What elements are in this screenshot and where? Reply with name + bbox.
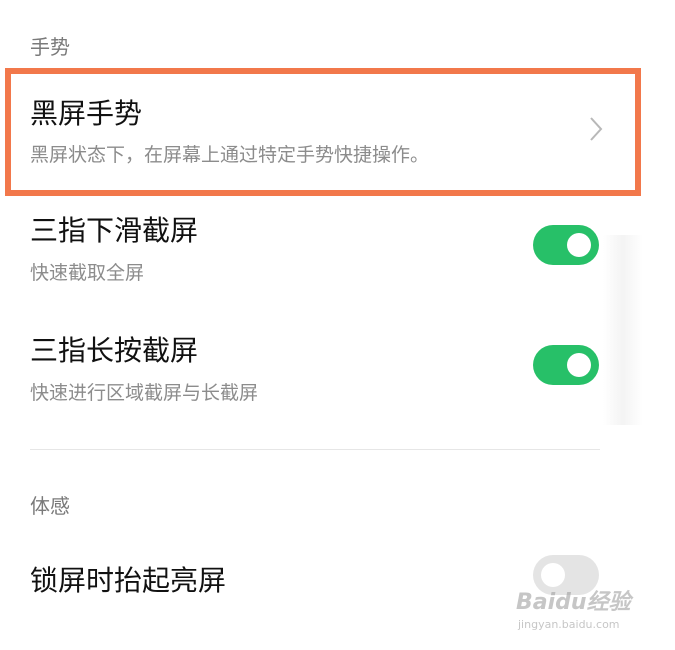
toggle-knob <box>567 353 591 377</box>
three-finger-press-row[interactable]: 三指长按截屏 快速进行区域截屏与长截屏 <box>0 325 640 425</box>
three-finger-press-title: 三指长按截屏 <box>30 334 199 367</box>
raise-to-wake-title: 锁屏时抬起亮屏 <box>30 564 227 597</box>
baidu-watermark: Baidu经验 jingyan.baidu.com <box>510 578 650 638</box>
section-header-motion: 体感 <box>30 494 70 518</box>
divider <box>30 449 600 450</box>
three-finger-swipe-subtitle: 快速截取全屏 <box>30 262 145 284</box>
black-screen-gesture-subtitle: 黑屏状态下，在屏幕上通过特定手势快捷操作。 <box>30 144 430 166</box>
black-screen-gesture-row[interactable]: 黑屏手势 黑屏状态下，在屏幕上通过特定手势快捷操作。 <box>0 74 640 184</box>
watermark-logo: Baidu经验 <box>516 590 631 615</box>
three-finger-swipe-row[interactable]: 三指下滑截屏 快速截取全屏 <box>0 205 640 305</box>
chevron-right-icon <box>590 117 603 141</box>
section-header-gesture: 手势 <box>30 35 70 59</box>
three-finger-swipe-toggle[interactable] <box>533 225 599 265</box>
black-screen-gesture-title: 黑屏手势 <box>30 97 143 130</box>
settings-page: 手势 黑屏手势 黑屏状态下，在屏幕上通过特定手势快捷操作。 三指下滑截屏 快速截… <box>0 0 675 650</box>
three-finger-press-toggle[interactable] <box>533 345 599 385</box>
three-finger-swipe-title: 三指下滑截屏 <box>30 214 199 247</box>
three-finger-press-subtitle: 快速进行区域截屏与长截屏 <box>30 382 259 404</box>
toggle-knob <box>567 233 591 257</box>
watermark-url: jingyan.baidu.com <box>518 618 620 631</box>
